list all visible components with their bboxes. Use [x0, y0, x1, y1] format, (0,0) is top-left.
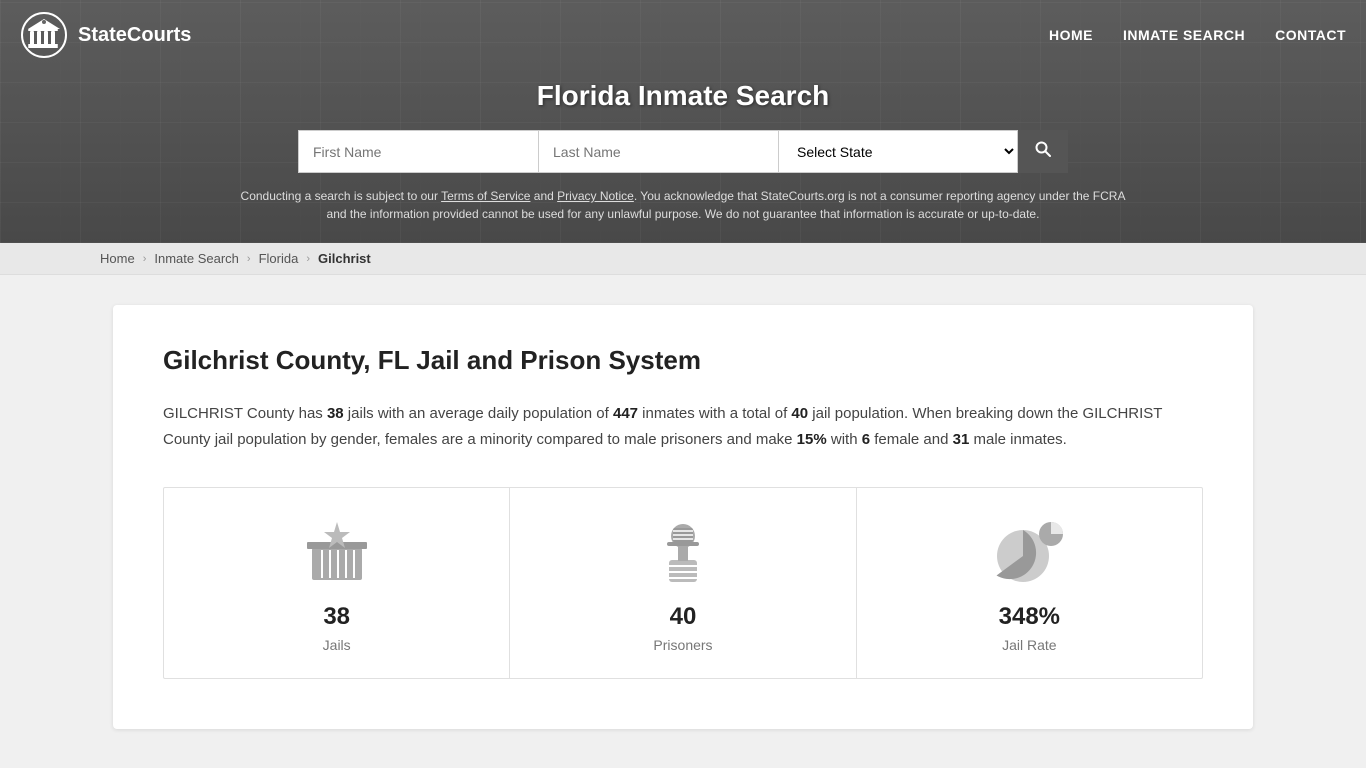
desc-mid1: jails with an average daily population o… [344, 405, 613, 422]
nav-home[interactable]: HOME [1049, 27, 1093, 43]
county-title: Gilchrist County, FL Jail and Prison Sys… [163, 345, 1203, 376]
female-count: 6 [862, 431, 870, 448]
desc-mid5: female and [870, 431, 953, 448]
breadcrumb-home[interactable]: Home [100, 251, 135, 266]
jail-rate-stat-number: 348% [999, 603, 1060, 631]
header-content: Florida Inmate Search Select State Flori… [0, 70, 1366, 243]
terms-link[interactable]: Terms of Service [441, 189, 530, 203]
nav-contact[interactable]: CONTACT [1275, 27, 1346, 43]
stats-row: 38 Jails [163, 487, 1203, 679]
desc-intro: GILCHRIST County has [163, 405, 327, 422]
state-select[interactable]: Select State Florida California Texas [778, 130, 1018, 173]
nav-links: HOME INMATE SEARCH CONTACT [1049, 27, 1346, 43]
desc-mid4: with [827, 431, 862, 448]
breadcrumb-state[interactable]: Florida [259, 251, 299, 266]
search-button[interactable] [1018, 130, 1068, 173]
jails-stat-number: 38 [323, 603, 350, 631]
prisoners-stat-number: 40 [670, 603, 697, 631]
site-name: StateCourts [78, 24, 191, 47]
avg-population: 447 [613, 405, 638, 422]
site-header: StateCourts HOME INMATE SEARCH CONTACT F… [0, 0, 1366, 243]
main-content: Gilchrist County, FL Jail and Prison Sys… [93, 275, 1273, 759]
breadcrumb-sep-3: › [306, 253, 310, 265]
disclaimer-text: Conducting a search is subject to our Te… [233, 187, 1133, 223]
nav-inmate-search[interactable]: INMATE SEARCH [1123, 27, 1245, 43]
search-icon [1035, 141, 1051, 157]
desc-mid2: inmates with a total of [638, 405, 791, 422]
stat-jails: 38 Jails [164, 488, 510, 678]
jails-count: 38 [327, 405, 344, 422]
prisoner-icon [643, 518, 723, 588]
prisoners-stat-label: Prisoners [653, 637, 712, 653]
male-count: 31 [953, 431, 970, 448]
page-title: Florida Inmate Search [20, 80, 1346, 112]
last-name-input[interactable] [538, 130, 778, 173]
jail-rate-stat-label: Jail Rate [1002, 637, 1056, 653]
female-percent: 15% [797, 431, 827, 448]
navigation: StateCourts HOME INMATE SEARCH CONTACT [0, 0, 1366, 70]
breadcrumb-sep-1: › [143, 253, 147, 265]
stat-prisoners: 40 Prisoners [510, 488, 856, 678]
desc-end: male inmates. [969, 431, 1067, 448]
breadcrumb-inmate-search[interactable]: Inmate Search [154, 251, 239, 266]
breadcrumb-county: Gilchrist [318, 251, 371, 266]
county-description: GILCHRIST County has 38 jails with an av… [163, 401, 1203, 452]
jails-stat-label: Jails [323, 637, 351, 653]
content-card: Gilchrist County, FL Jail and Prison Sys… [113, 305, 1253, 729]
privacy-link[interactable]: Privacy Notice [557, 189, 634, 203]
site-logo-icon [20, 11, 68, 59]
stat-jail-rate: 348% Jail Rate [857, 488, 1202, 678]
logo-link[interactable]: StateCourts [20, 11, 191, 59]
breadcrumb: Home › Inmate Search › Florida › Gilchri… [0, 243, 1366, 275]
jail-icon [297, 518, 377, 588]
first-name-input[interactable] [298, 130, 538, 173]
search-form: Select State Florida California Texas [20, 130, 1346, 173]
total-population: 40 [791, 405, 808, 422]
jail-rate-icon [989, 518, 1069, 588]
breadcrumb-sep-2: › [247, 253, 251, 265]
